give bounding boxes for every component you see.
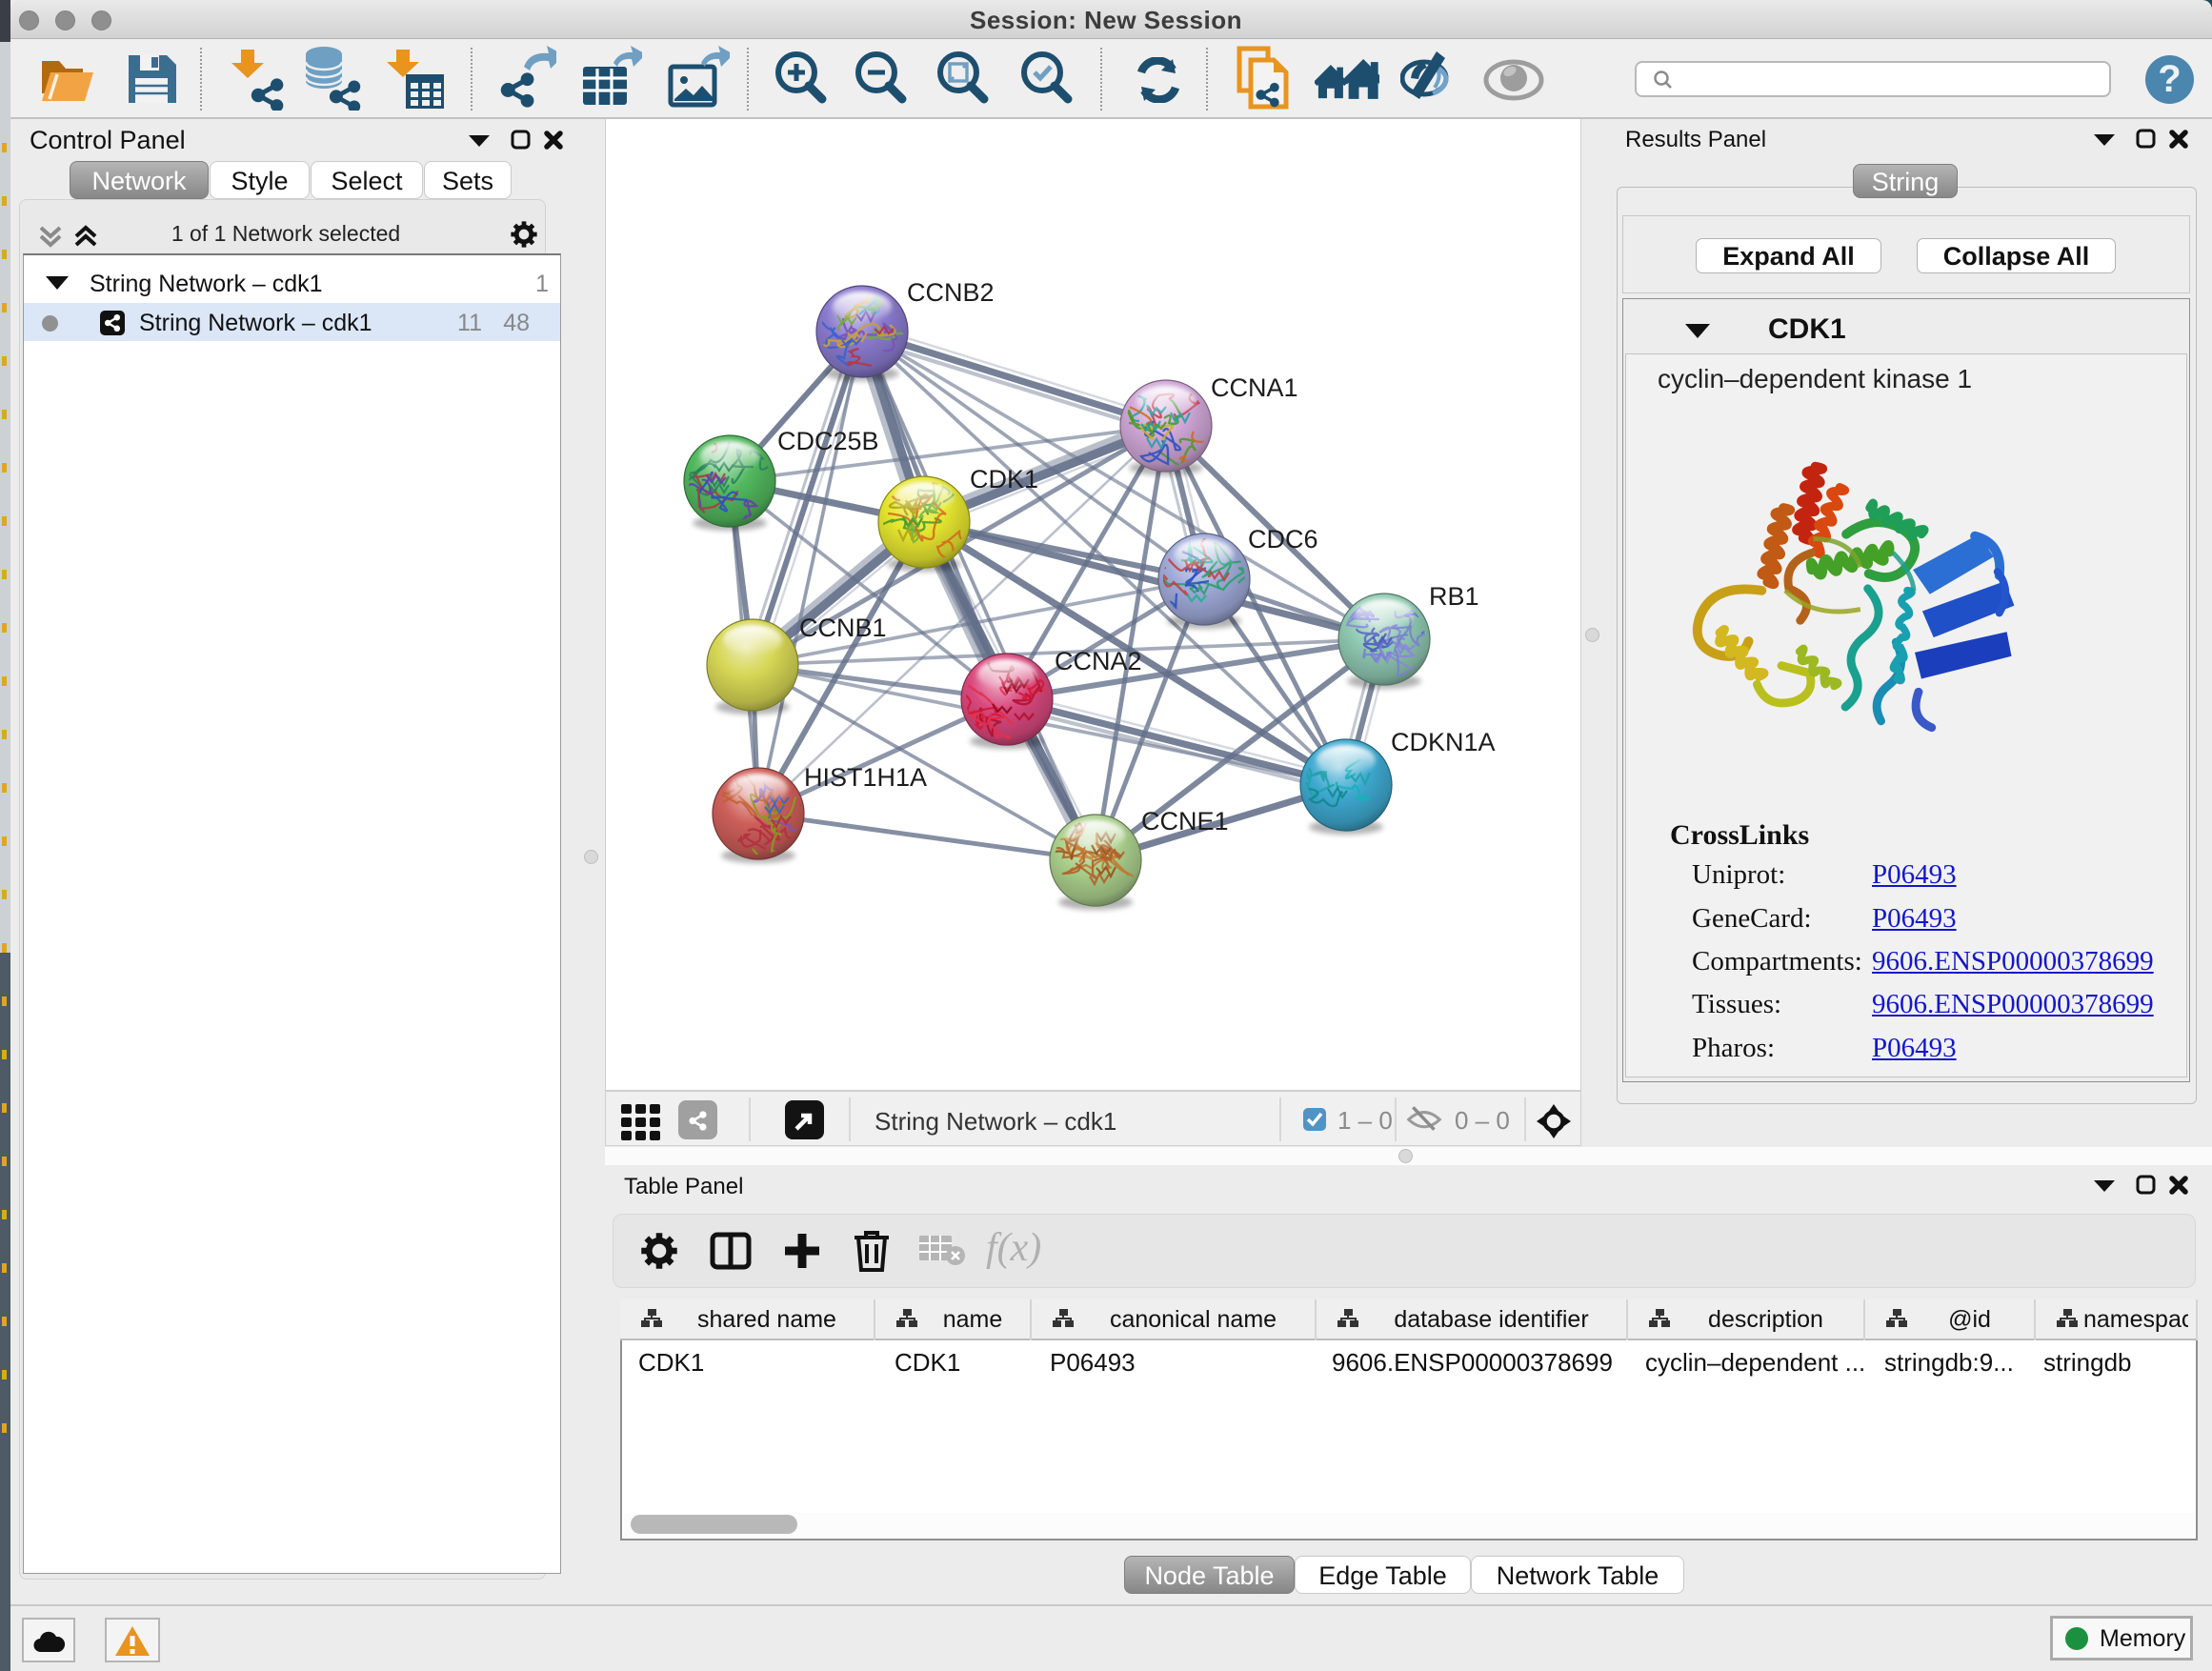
svg-text:CDC25B: CDC25B: [777, 427, 879, 455]
svg-text:RB1: RB1: [1429, 582, 1479, 611]
svg-text:CCNB1: CCNB1: [799, 614, 887, 642]
svg-text:CDKN1A: CDKN1A: [1391, 728, 1496, 756]
svg-text:CCNB2: CCNB2: [907, 278, 995, 307]
svg-text:CDK1: CDK1: [970, 465, 1038, 493]
svg-text:CCNE1: CCNE1: [1141, 807, 1229, 836]
svg-text:CCNA2: CCNA2: [1055, 647, 1142, 675]
svg-text:CCNA1: CCNA1: [1211, 373, 1298, 402]
svg-text:CDC6: CDC6: [1248, 525, 1318, 554]
svg-text:HIST1H1A: HIST1H1A: [804, 763, 927, 792]
